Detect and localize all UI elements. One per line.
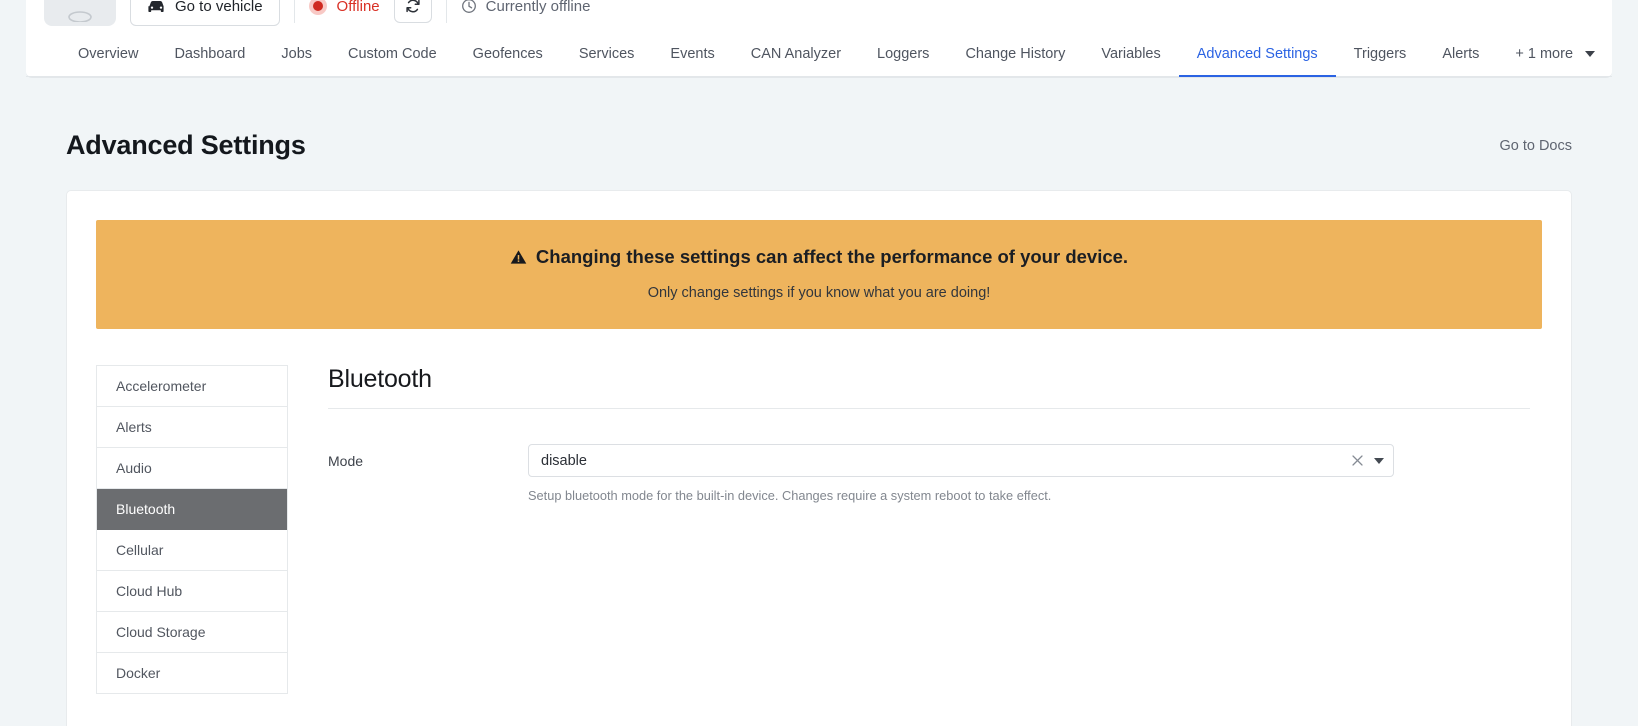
settings-detail-panel: Bluetooth Mode disable Setup bluetooth m…	[288, 365, 1542, 694]
go-to-vehicle-button[interactable]: Go to vehicle	[130, 0, 280, 26]
tab-change-history[interactable]: Change History	[947, 46, 1083, 78]
sidebar-item-audio[interactable]: Audio	[97, 448, 287, 489]
mode-select[interactable]: disable	[528, 444, 1394, 477]
close-icon[interactable]	[1350, 454, 1364, 468]
connection-note: Currently offline	[461, 0, 591, 15]
settings-body: Accelerometer Alerts Audio Bluetooth Cel…	[96, 365, 1542, 694]
tab-alerts[interactable]: Alerts	[1424, 46, 1497, 78]
tab-custom-code[interactable]: Custom Code	[330, 46, 455, 78]
clock-icon	[461, 0, 476, 13]
device-topbar: Go to vehicle Offline Currently offline	[26, 0, 1612, 78]
device-thumbnail[interactable]	[44, 0, 116, 26]
detail-title: Bluetooth	[328, 365, 1530, 409]
status-dot-icon	[308, 0, 327, 15]
sidebar-item-docker[interactable]: Docker	[97, 653, 287, 694]
warning-banner: Changing these settings can affect the p…	[96, 220, 1542, 329]
page-header: Advanced Settings Go to Docs	[0, 78, 1638, 161]
sidebar-item-cloud-hub[interactable]: Cloud Hub	[97, 571, 287, 612]
device-status-badge[interactable]: Offline	[308, 0, 380, 15]
warning-headline-row: Changing these settings can affect the p…	[116, 246, 1522, 268]
device-status-label: Offline	[336, 0, 380, 15]
tab-advanced-settings[interactable]: Advanced Settings	[1178, 46, 1336, 77]
topbar-actions-row: Go to vehicle Offline Currently offline	[26, 0, 1612, 26]
mode-select-value: disable	[541, 452, 587, 469]
topbar-divider-2	[445, 0, 447, 23]
car-icon	[148, 0, 164, 12]
refresh-icon	[405, 0, 420, 13]
sidebar-item-cloud-storage[interactable]: Cloud Storage	[97, 612, 287, 653]
tab-overview[interactable]: Overview	[60, 46, 156, 78]
tabs-more-label: + 1 more	[1515, 45, 1574, 62]
settings-category-list: Accelerometer Alerts Audio Bluetooth Cel…	[96, 365, 288, 694]
tab-variables[interactable]: Variables	[1083, 46, 1178, 78]
go-to-docs-link[interactable]: Go to Docs	[1499, 138, 1572, 154]
mode-select-actions	[1350, 445, 1384, 476]
device-tabs: Overview Dashboard Jobs Custom Code Geof…	[26, 26, 1612, 77]
field-mode-help: Setup bluetooth mode for the built-in de…	[528, 488, 1052, 503]
sidebar-item-accelerometer[interactable]: Accelerometer	[97, 366, 287, 407]
warning-subline: Only change settings if you know what yo…	[647, 285, 991, 301]
chevron-down-icon	[1585, 50, 1596, 57]
sidebar-item-cellular[interactable]: Cellular	[97, 530, 287, 571]
page-title: Advanced Settings	[66, 130, 306, 160]
device-thumbnail-icon	[68, 11, 92, 22]
go-to-vehicle-label: Go to vehicle	[175, 0, 263, 15]
sidebar-item-alerts[interactable]: Alerts	[97, 407, 287, 448]
field-mode-label: Mode	[328, 453, 364, 469]
warning-triangle-icon	[510, 250, 527, 264]
tab-geofences[interactable]: Geofences	[455, 46, 561, 78]
field-mode-control: disable Setup bluetooth mode for the bui…	[528, 444, 1394, 503]
chevron-down-icon[interactable]	[1374, 457, 1384, 464]
refresh-status-button[interactable]	[393, 0, 432, 23]
tab-jobs[interactable]: Jobs	[263, 46, 330, 78]
advanced-settings-card: Changing these settings can affect the p…	[66, 190, 1572, 726]
field-mode: Mode disable Setup bluetooth mode for th…	[328, 444, 1530, 503]
tab-services[interactable]: Services	[561, 46, 653, 78]
warning-headline: Changing these settings can affect the p…	[535, 246, 1129, 267]
sidebar-item-bluetooth[interactable]: Bluetooth	[97, 489, 287, 530]
tab-triggers[interactable]: Triggers	[1336, 46, 1425, 78]
tab-dashboard[interactable]: Dashboard	[156, 46, 263, 78]
tab-events[interactable]: Events	[652, 46, 732, 78]
connection-note-label: Currently offline	[485, 0, 591, 15]
tabs-more-button[interactable]: + 1 more	[1497, 45, 1609, 78]
topbar-divider-1	[293, 0, 295, 23]
tab-can-analyzer[interactable]: CAN Analyzer	[733, 46, 859, 78]
tab-loggers[interactable]: Loggers	[859, 46, 947, 78]
